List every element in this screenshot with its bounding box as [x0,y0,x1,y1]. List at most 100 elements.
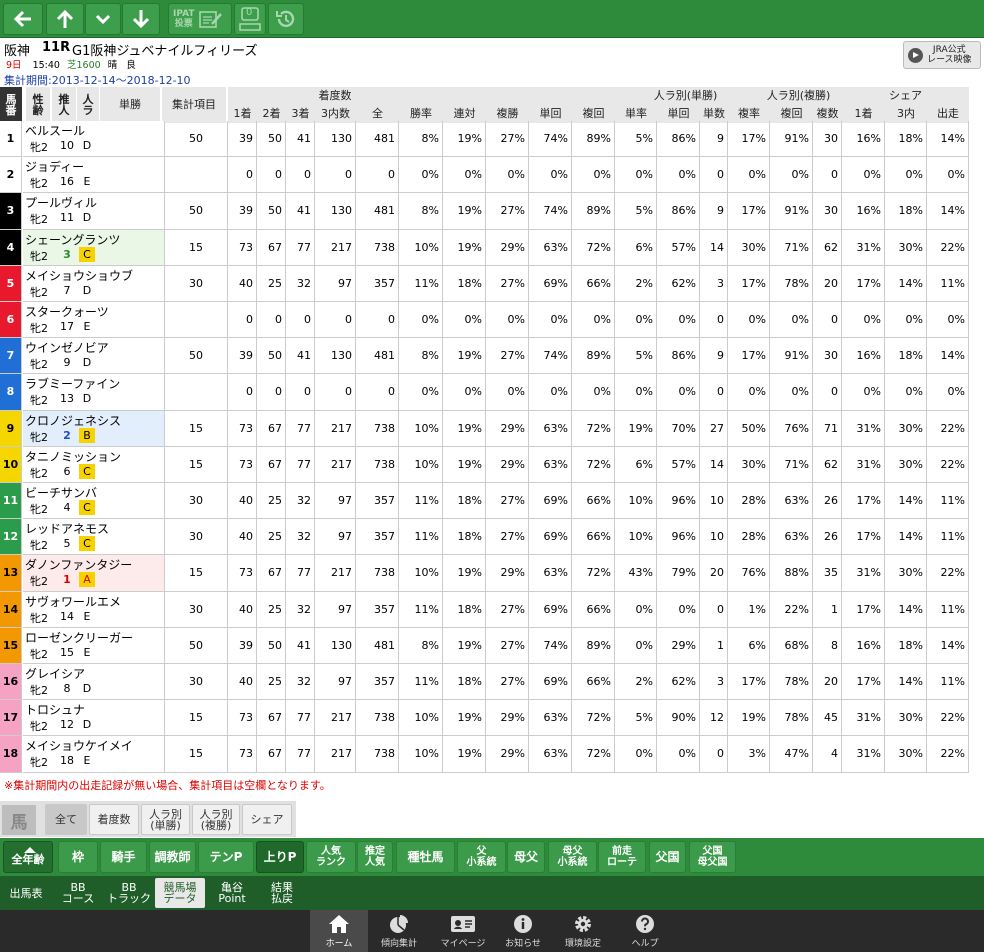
category-button-2[interactable]: 調教師 [149,841,196,873]
scroll-top-button[interactable] [46,3,84,35]
category-label: 推定 [365,846,385,857]
cell-pret: 89% [572,193,615,230]
horse-name[interactable]: ジョディー [25,158,84,175]
category-button-7[interactable]: 種牡馬 [396,841,455,873]
category-label: 枠 [71,849,84,864]
cell-renr: 18% [443,483,486,520]
subnav-button-5[interactable]: 結果 払戻 [258,878,306,908]
category-button-12[interactable]: 父国 [649,841,686,873]
horse-name[interactable]: タニノミッション [25,448,121,465]
cell-pret: 72% [572,700,615,737]
tab-pop-place[interactable]: 人ラ別 (複勝) [192,804,240,835]
category-button-10[interactable]: 母父 小系統 [548,841,597,873]
play-icon [908,47,923,63]
cell-pret: 89% [572,338,615,375]
horse-name[interactable]: シェーングランツ [25,231,120,248]
horse-name[interactable]: メイショウショウブ [25,267,133,284]
horse-name[interactable]: プールヴィル [25,194,97,211]
category-button-9[interactable]: 母父 [507,841,545,873]
all-ages-button[interactable]: 全年齢 [3,841,53,873]
cell-c1: 40 [228,591,257,628]
category-sublabel: 小系統 [466,857,497,868]
horse-name[interactable]: クロノジェネシス [25,412,121,429]
horse-name[interactable]: ラブミーファイン [25,375,120,392]
tab-placings[interactable]: 着度数 [89,804,139,835]
row-horse-name-cell: グレイシア 牝2 8 D [23,664,165,701]
nav-settings[interactable]: 環境設定 [554,910,612,952]
memo-count-button[interactable]: 0 [234,3,266,35]
nav-mypage-label: マイページ [440,939,486,949]
estimated-popularity: 4 [63,501,71,514]
category-button-6[interactable]: 推定 人気 [357,841,393,873]
cell-pwn: 0 [700,157,728,194]
category-button-5[interactable]: 人気 ランク [306,841,356,873]
category-button-4[interactable]: 上りP [256,841,304,873]
id-card-icon [451,916,475,932]
cell-pwn: 14 [700,446,728,483]
cell-ppn: 20 [813,664,842,701]
cell-plr: 29% [486,446,529,483]
category-button-3[interactable]: テンP [198,841,254,873]
cell-s3: 18% [885,193,927,230]
popularity-rank-badge: D [82,211,92,225]
cell-plr: 29% [486,700,529,737]
cell-pwret: 0% [657,302,700,339]
nav-trend[interactable]: 傾向集計 [370,910,428,952]
cell-pwin: 5% [615,121,657,158]
cell-winr: 10% [399,410,443,447]
subnav-button-0[interactable]: 出馬表 [3,878,49,908]
cell-s3: 30% [885,229,927,266]
tab-pop-win[interactable]: 人ラ別 (単勝) [141,804,190,835]
tab-all[interactable]: 全て [45,804,87,835]
history-button[interactable] [268,3,304,35]
horse-name[interactable]: スタークォーツ [25,303,109,320]
horse-name[interactable]: ダノンファンタジー [25,556,132,573]
subnav-button-1[interactable]: BB コース [55,878,101,908]
back-button[interactable] [3,3,43,35]
category-button-11[interactable]: 前走 ローテ [598,841,646,873]
tab-pop-win-label: 人ラ別 [149,807,182,821]
cell-pwn: 14 [700,229,728,266]
tab-share[interactable]: シェア [242,804,292,835]
next-section-button[interactable] [85,3,121,35]
horse-name[interactable]: グレイシア [25,665,85,682]
cell-all: 481 [356,121,399,158]
cell-c1: 40 [228,519,257,556]
horse-name[interactable]: レッドアネモス [25,520,109,537]
subnav-button-3[interactable]: 競馬場 データ [155,878,205,908]
cell-ppn: 30 [813,338,842,375]
nav-help[interactable]: ヘルプ [616,910,674,952]
header-umaban-line2: 番 [5,104,17,117]
category-button-1[interactable]: 騎手 [100,841,147,873]
horse-sex-age: 牝2 [30,430,48,444]
popularity-rank-badge: A [79,572,95,588]
category-button-13[interactable]: 父国 母父国 [689,841,736,873]
horse-name[interactable]: ビーチサンバ [25,484,97,501]
nav-news[interactable]: お知らせ [494,910,552,952]
horse-section-label: 馬 [2,805,36,835]
horse-name[interactable]: メイショウケイメイ [25,737,133,754]
horse-name[interactable]: ローゼンクリーガー [25,629,133,646]
cell-pwn: 1 [700,627,728,664]
jra-video-button[interactable]: JRA公式 レース映像 [903,41,981,69]
horse-name[interactable]: サヴォワールエメ [25,593,121,610]
horse-name[interactable]: ウインゼノビア [25,339,109,356]
category-button-0[interactable]: 枠 [58,841,98,873]
popularity-rank-badge: B [79,427,95,443]
cell-c3: 32 [286,265,315,302]
cell-pret: 72% [572,446,615,483]
nav-mypage[interactable]: マイページ [434,910,492,952]
cell-s3: 0% [885,302,927,339]
horse-name[interactable]: ベルスール [25,122,85,139]
nav-home[interactable]: ホーム [310,910,368,952]
cell-s3: 18% [885,627,927,664]
cell-c1: 73 [228,700,257,737]
subnav-button-2[interactable]: BB トラック [104,878,154,908]
ipat-vote-button[interactable]: IPAT 投票 [168,3,232,35]
horse-name[interactable]: トロシュナ [25,701,85,718]
category-button-8[interactable]: 父小系統 [457,841,506,873]
subnav-button-4[interactable]: 亀谷 Point [206,878,258,908]
scroll-bottom-button[interactable] [122,3,160,35]
cell-ppn: 26 [813,519,842,556]
cell-sr: 22% [927,410,969,447]
